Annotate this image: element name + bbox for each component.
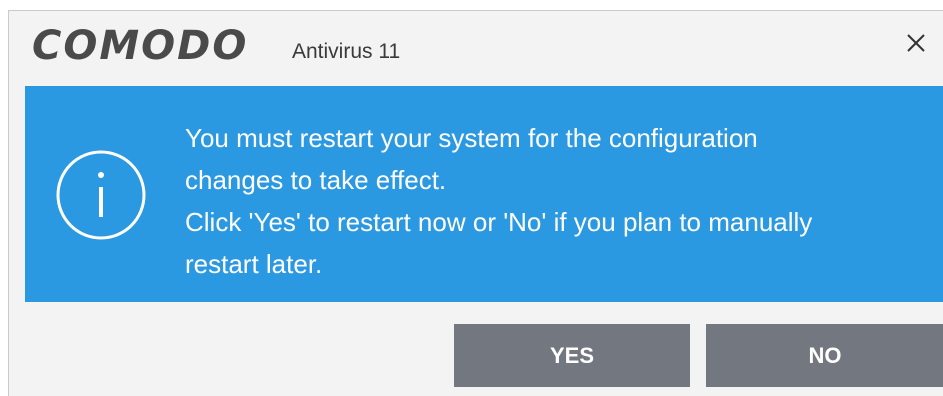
- message-line: restart later.: [185, 249, 323, 279]
- message-line: changes to take effect.: [185, 165, 447, 195]
- yes-button[interactable]: YES: [454, 324, 690, 387]
- close-icon: [907, 34, 925, 52]
- message-line: You must restart your system for the con…: [185, 123, 758, 153]
- no-button[interactable]: NO: [706, 324, 943, 387]
- product-name: Antivirus 11: [292, 40, 401, 63]
- info-banner: You must restart your system for the con…: [25, 86, 943, 302]
- title-bar: COMODO Antivirus 11: [9, 11, 943, 83]
- close-button[interactable]: [902, 29, 930, 57]
- message-line: Click 'Yes' to restart now or 'No' if yo…: [185, 207, 813, 237]
- restart-message: You must restart your system for the con…: [185, 117, 925, 285]
- brand-logo: COMODO: [32, 23, 249, 69]
- restart-dialog: COMODO Antivirus 11 You must restart you…: [8, 10, 943, 396]
- info-icon: [55, 149, 147, 241]
